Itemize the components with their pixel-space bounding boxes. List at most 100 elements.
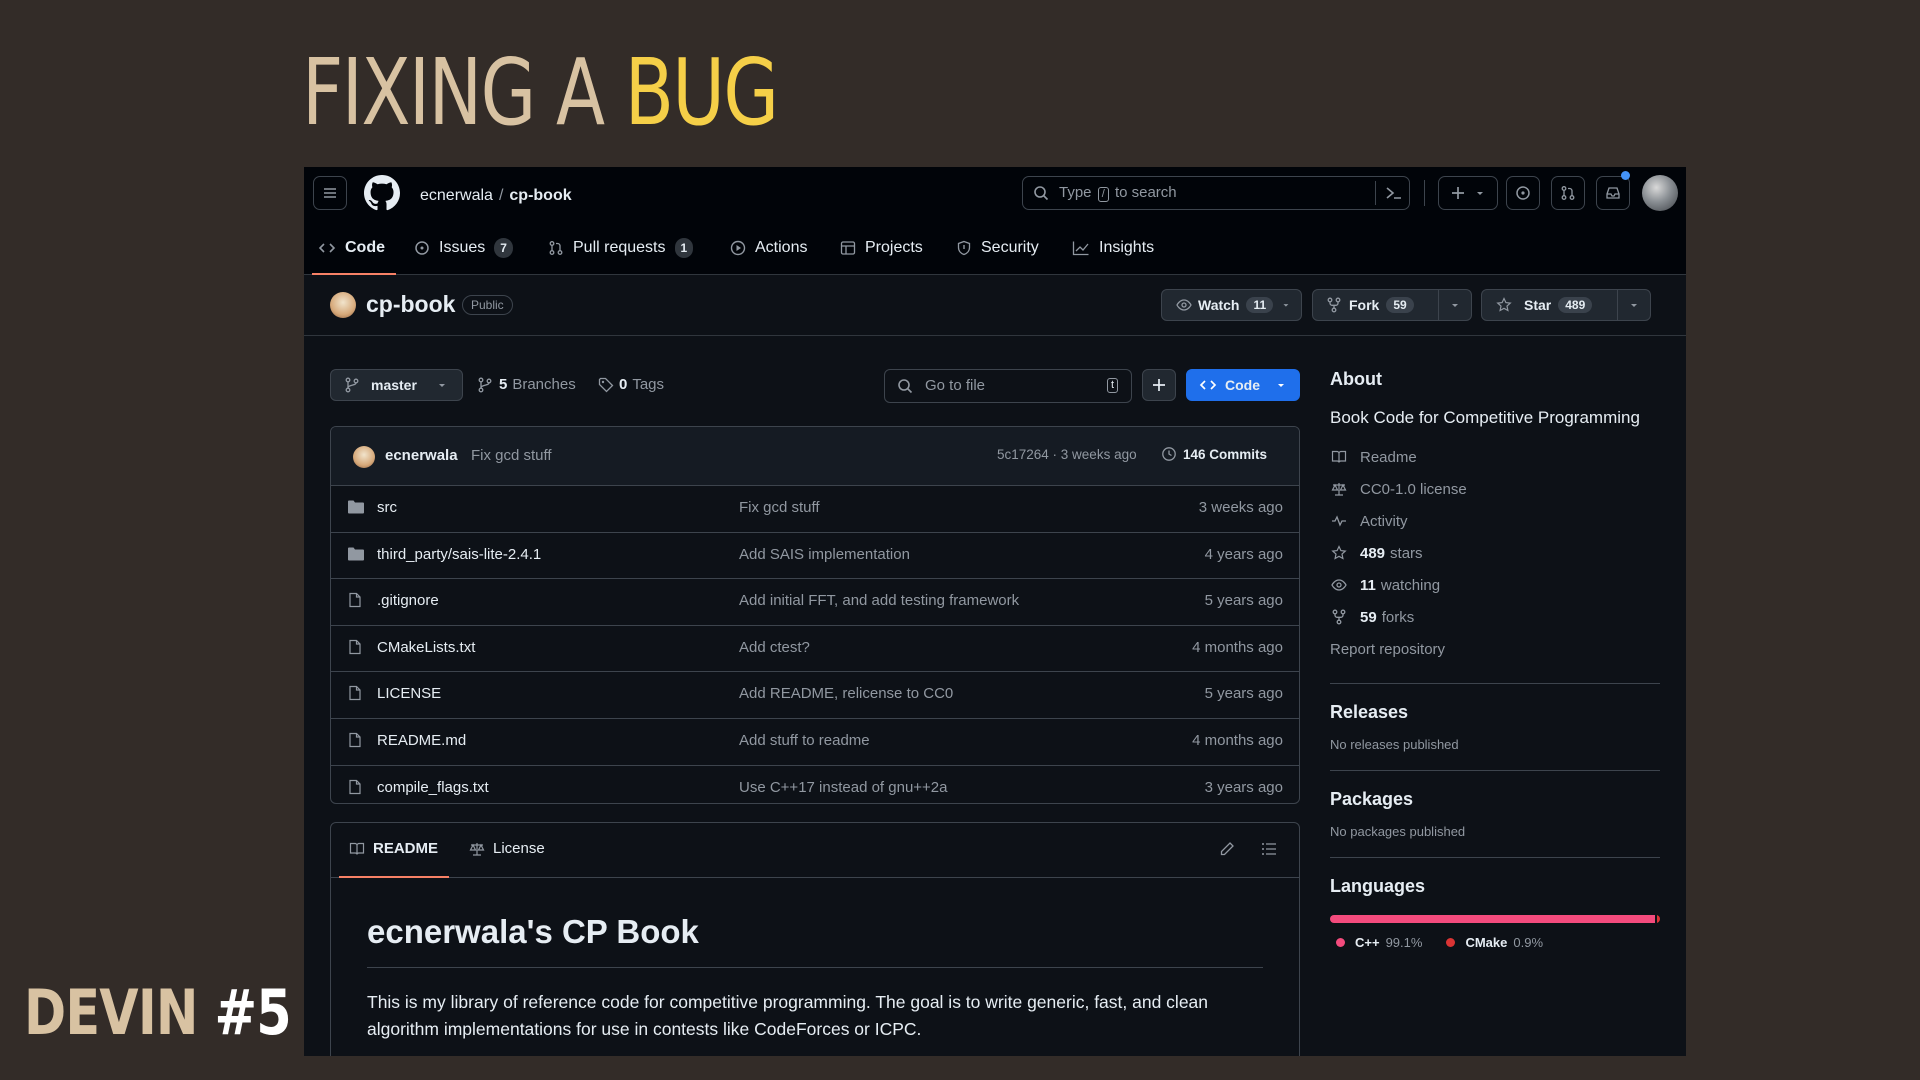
pull-request-icon	[549, 240, 563, 255]
search-divider	[1375, 181, 1376, 205]
about-forks-label: forks	[1381, 608, 1415, 626]
readme-body: This is my library of reference code for…	[367, 992, 1209, 1039]
chevron-down-icon	[1283, 304, 1289, 307]
file-name[interactable]: third_party/sais-lite-2.4.1	[377, 546, 541, 563]
releases-title[interactable]: Releases	[1330, 702, 1660, 723]
file-name[interactable]: CMakeLists.txt	[377, 639, 475, 656]
issues-icon[interactable]	[1506, 176, 1540, 210]
report-repository-link[interactable]: Report repository	[1330, 633, 1660, 665]
file-name[interactable]: src	[377, 499, 397, 516]
repo-owner-avatar[interactable]	[330, 292, 356, 318]
commit-author-avatar[interactable]	[353, 446, 375, 468]
about-watching-link[interactable]: 11 watching	[1330, 569, 1660, 601]
tab-actions-label: Actions	[755, 238, 808, 256]
file-commit-message[interactable]: Add stuff to readme	[739, 732, 870, 749]
file-commit-message[interactable]: Add ctest?	[739, 639, 810, 656]
folder-icon	[347, 546, 365, 566]
go-to-file-input[interactable]: Go to file t	[884, 369, 1132, 403]
file-commit-message[interactable]: Add SAIS implementation	[739, 546, 910, 563]
repo-name[interactable]: cp-book	[366, 291, 455, 318]
file-row[interactable]: src Fix gcd stuff 3 weeks ago	[331, 486, 1299, 533]
language-dot	[1336, 938, 1345, 947]
tab-actions[interactable]: Actions	[730, 221, 807, 274]
file-row[interactable]: compile_flags.txt Use C++17 instead of gn…	[331, 766, 1299, 803]
branch-bar: master 5 Branches 0 Tags Go to file t Co…	[330, 369, 1300, 403]
fork-dropdown[interactable]	[1438, 290, 1471, 320]
file-row[interactable]: CMakeLists.txt Add ctest? 4 months ago	[331, 626, 1299, 673]
fork-button[interactable]: Fork 59	[1312, 289, 1472, 321]
file-row[interactable]: LICENSE Add README, relicense to CC0 5 yea…	[331, 672, 1299, 719]
menu-icon[interactable]	[313, 176, 347, 210]
branches-link[interactable]: 5 Branches	[478, 376, 576, 393]
branch-selector[interactable]: master	[330, 369, 463, 401]
file-row[interactable]: third_party/sais-lite-2.4.1 Add SAIS impl…	[331, 533, 1299, 580]
file-name[interactable]: compile_flags.txt	[377, 779, 489, 796]
terminal-icon[interactable]	[1385, 185, 1403, 205]
file-row[interactable]: .gitignore Add initial FFT, and add testi…	[331, 579, 1299, 626]
about-watching-label: watching	[1380, 576, 1441, 594]
commit-message[interactable]: Fix gcd stuff	[471, 447, 552, 464]
repo-tabs: Code Issues 7 Pull requests 1 Actions Proj…	[304, 221, 1686, 275]
notification-dot	[1621, 171, 1630, 180]
global-search[interactable]: Type / to search	[1022, 176, 1410, 210]
breadcrumb-repo[interactable]: cp-book	[509, 187, 571, 204]
play-icon	[730, 240, 746, 255]
breadcrumb-owner[interactable]: ecnerwala	[420, 187, 493, 204]
file-commit-message[interactable]: Fix gcd stuff	[739, 499, 820, 516]
chevron-down-icon	[439, 384, 445, 387]
tab-code[interactable]: Code	[318, 221, 385, 274]
file-commit-message[interactable]: Add initial FFT, and add testing framewo…	[739, 592, 1019, 609]
tab-license[interactable]: License	[469, 840, 545, 857]
file-commit-date: 5 years ago	[1204, 592, 1283, 610]
sidebar-divider	[1330, 683, 1660, 684]
about-forks-link[interactable]: 59 forks	[1330, 601, 1660, 633]
watch-button[interactable]: Watch 11	[1161, 289, 1302, 321]
tab-security[interactable]: Security	[956, 221, 1039, 274]
slide-title: FIXING A BUG	[302, 38, 779, 148]
inbox-icon[interactable]	[1596, 171, 1630, 210]
commit-hash-time[interactable]: 5c17264 · 3 weeks ago	[997, 447, 1137, 462]
packages-text: No packages published	[1330, 824, 1466, 839]
file-commit-message[interactable]: Use C++17 instead of gnu++2a	[739, 779, 948, 796]
about-license-link[interactable]: CC0-1.0 license	[1330, 473, 1660, 505]
pull-requests-icon[interactable]	[1551, 176, 1585, 210]
file-commit-message[interactable]: Add README, relicense to CC0	[739, 685, 953, 702]
add-file-button[interactable]	[1142, 369, 1176, 401]
file-icon	[347, 779, 363, 799]
packages-title[interactable]: Packages	[1330, 789, 1660, 810]
edit-icon[interactable]	[1219, 841, 1235, 861]
tab-code-label: Code	[345, 238, 385, 256]
commit-author[interactable]: ecnerwala	[385, 447, 458, 464]
language-name: CMake	[1465, 935, 1508, 950]
commits-history-link[interactable]: 146 Commits	[1161, 446, 1267, 462]
star-button[interactable]: Star 489	[1481, 289, 1651, 321]
about-stars-link[interactable]: 489 stars	[1330, 537, 1660, 569]
file-commit-date: 4 years ago	[1204, 545, 1283, 563]
file-name[interactable]: LICENSE	[377, 685, 441, 702]
file-name[interactable]: README.md	[377, 732, 466, 749]
language-item[interactable]: C++ 99.1%	[1336, 935, 1422, 950]
code-button[interactable]: Code	[1186, 369, 1300, 401]
readme-active-indicator	[339, 876, 449, 878]
avatar[interactable]	[1642, 175, 1678, 211]
create-new-button[interactable]	[1438, 176, 1498, 210]
tab-issues[interactable]: Issues 7	[414, 221, 513, 274]
issue-icon	[415, 240, 429, 255]
tab-security-label: Security	[981, 238, 1039, 256]
about-activity-link[interactable]: Activity	[1330, 505, 1660, 537]
file-row[interactable]: README.md Add stuff to readme 4 months ago	[331, 719, 1299, 766]
global-header: ecnerwala / cp-book Type / to search Cod…	[304, 167, 1686, 275]
outline-list-icon[interactable]	[1261, 841, 1277, 861]
language-name: C++	[1355, 935, 1380, 950]
about-readme-link[interactable]: Readme	[1330, 441, 1660, 473]
tab-pull-requests[interactable]: Pull requests 1	[548, 221, 694, 274]
star-dropdown[interactable]	[1617, 290, 1650, 320]
file-name[interactable]: .gitignore	[377, 592, 439, 609]
tab-projects[interactable]: Projects	[840, 221, 923, 274]
tab-readme[interactable]: README	[349, 840, 438, 857]
tab-insights[interactable]: Insights	[1072, 221, 1154, 274]
github-logo-icon[interactable]	[364, 175, 400, 216]
tags-link[interactable]: 0 Tags	[598, 376, 664, 393]
star-count: 489	[1558, 297, 1593, 313]
language-item[interactable]: CMake 0.9%	[1446, 935, 1543, 950]
